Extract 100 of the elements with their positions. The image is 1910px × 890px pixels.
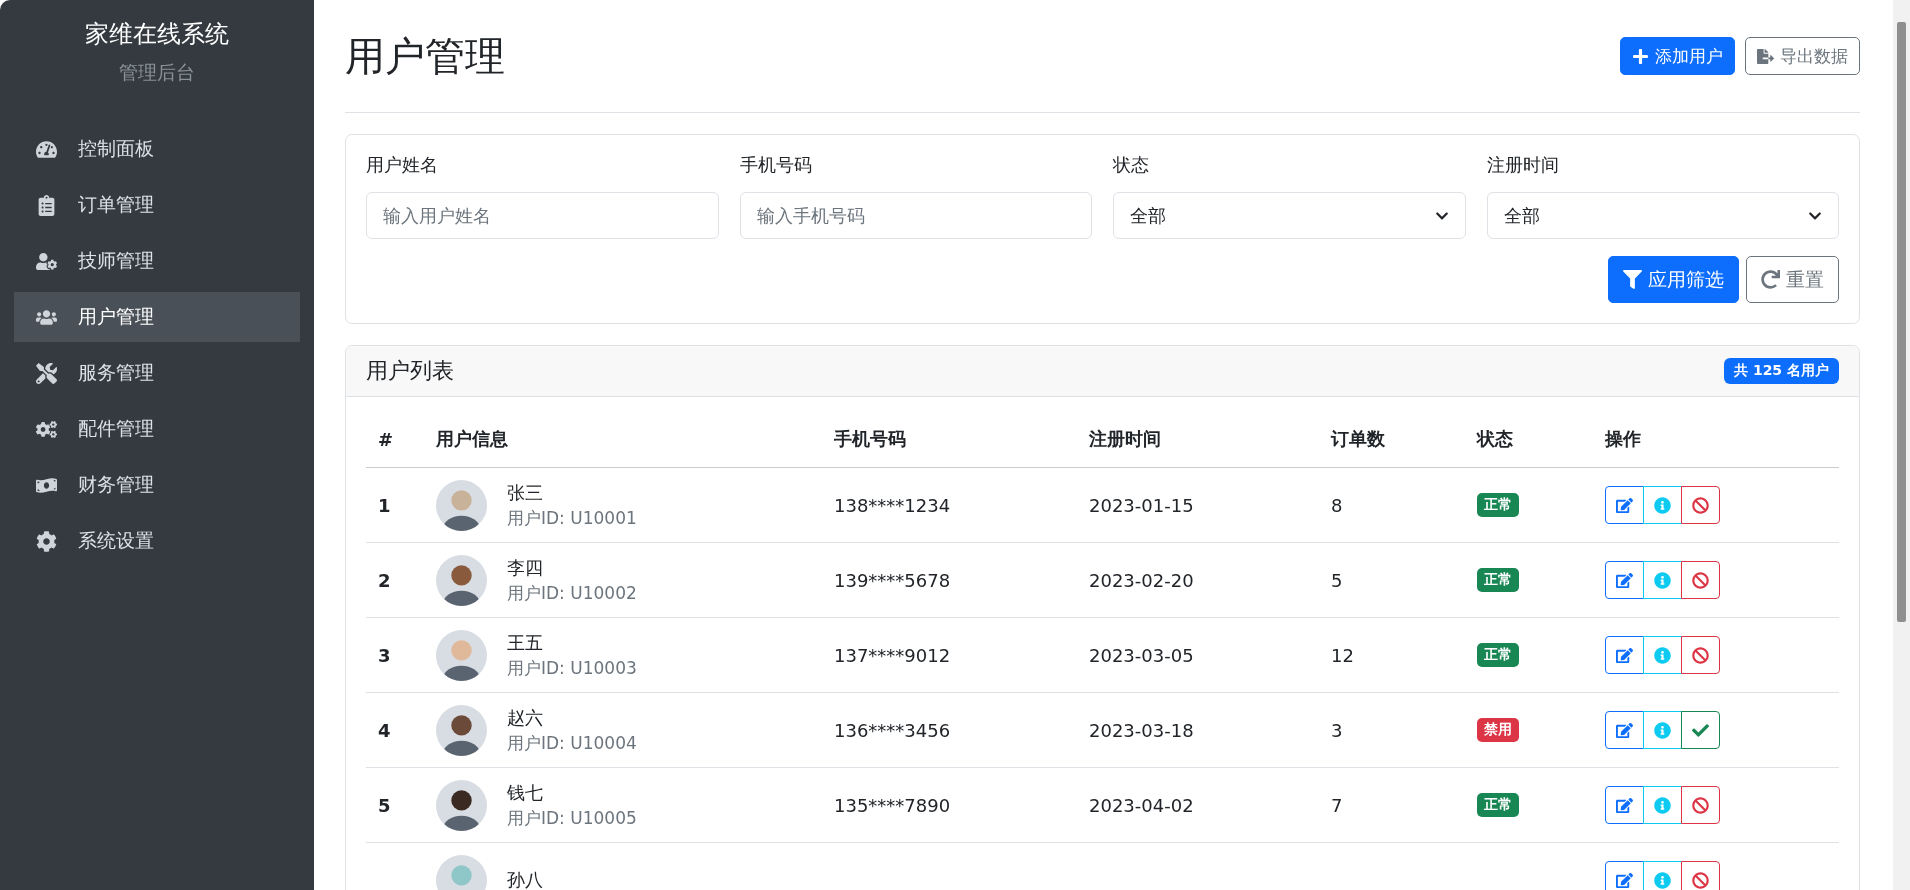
sidebar-item[interactable]: 订单管理 <box>14 180 300 230</box>
field-label: 手机号码 <box>739 153 813 177</box>
column-header: 用户信息 <box>436 427 509 451</box>
status-badge: 正常 <box>1477 493 1519 517</box>
sidebar-item[interactable]: 控制面板 <box>14 124 300 174</box>
ban-icon <box>1692 796 1709 814</box>
user-name: 李四 <box>507 555 544 580</box>
gears-icon <box>34 418 58 440</box>
status-badge: 禁用 <box>1477 718 1519 742</box>
input-field[interactable]: 输入手机号码 <box>739 192 1092 239</box>
sidebar-item[interactable]: 技师管理 <box>14 236 300 286</box>
scrollbar[interactable] <box>1893 0 1910 890</box>
user-id: 用户ID: U10001 <box>507 506 637 530</box>
info-button[interactable] <box>1643 711 1682 749</box>
table-cell-text: 137****9012 <box>834 644 952 666</box>
add-user-button[interactable]: 添加用户 <box>1620 37 1735 75</box>
user-id: 用户ID: U10002 <box>507 581 637 605</box>
table-cell-text: 2023-01-15 <box>1089 494 1195 516</box>
edit-icon <box>1616 721 1633 739</box>
disable-button[interactable] <box>1681 636 1720 674</box>
sidebar-item[interactable]: 配件管理 <box>14 404 300 454</box>
row-number: 3 <box>378 644 392 666</box>
table-cell-text: 3 <box>1331 719 1344 741</box>
app-title: 家维在线系统 <box>84 19 230 50</box>
table-cell-text: 138****1234 <box>834 494 952 516</box>
user-id: 用户ID: U10005 <box>507 806 637 830</box>
field-label: 状态 <box>1113 153 1150 177</box>
export-button[interactable]: 导出数据 <box>1745 37 1860 75</box>
info-button[interactable] <box>1643 786 1682 824</box>
avatar-icon <box>436 554 487 606</box>
user-name: 孙八 <box>507 868 543 890</box>
user-gear-icon <box>34 250 58 272</box>
select-field[interactable]: 全部 <box>1113 192 1466 239</box>
edit-icon <box>1616 571 1633 589</box>
edit-button[interactable] <box>1605 786 1644 824</box>
edit-button[interactable] <box>1605 561 1644 599</box>
count-badge: 共 125 名用户 <box>1724 358 1839 384</box>
check-icon <box>1692 721 1709 739</box>
info-button[interactable] <box>1643 636 1682 674</box>
edit-button[interactable] <box>1605 711 1644 749</box>
info-icon <box>1654 796 1671 814</box>
column-header: 手机号码 <box>834 427 907 451</box>
sidebar-item[interactable]: 服务管理 <box>14 348 300 398</box>
edit-button[interactable] <box>1605 636 1644 674</box>
column-header: 注册时间 <box>1089 427 1162 451</box>
info-button[interactable] <box>1643 561 1682 599</box>
ban-icon <box>1692 871 1709 889</box>
user-name: 张三 <box>507 480 544 505</box>
scroll-thumb[interactable] <box>1897 22 1906 622</box>
status-badge: 正常 <box>1477 568 1519 592</box>
row-number: 5 <box>378 794 392 816</box>
table-cell-text: 2023-02-20 <box>1089 569 1195 591</box>
edit-icon <box>1616 871 1633 889</box>
avatar-icon <box>436 854 487 890</box>
sidebar-item[interactable]: 用户管理 <box>14 292 300 342</box>
user-name: 钱七 <box>507 780 544 805</box>
info-icon <box>1654 496 1671 514</box>
disable-button[interactable] <box>1681 786 1720 824</box>
edit-button[interactable] <box>1605 861 1644 890</box>
info-button[interactable] <box>1643 861 1682 890</box>
table-cell-text: 2023-03-18 <box>1089 719 1195 741</box>
table-cell-text: 8 <box>1331 494 1344 516</box>
edit-icon <box>1616 796 1633 814</box>
input-field[interactable]: 输入用户姓名 <box>366 192 719 239</box>
info-icon <box>1654 721 1671 739</box>
settings-icon <box>34 530 58 552</box>
table-cell-text: 2023-03-05 <box>1089 644 1195 666</box>
table-cell-text: 2023-04-02 <box>1089 794 1195 816</box>
disable-button[interactable] <box>1681 861 1720 890</box>
column-header: 状态 <box>1477 427 1514 451</box>
edit-button[interactable] <box>1605 486 1644 524</box>
select-field[interactable]: 全部 <box>1486 192 1839 239</box>
table-cell-text: 139****5678 <box>834 569 952 591</box>
card-title: 用户列表 <box>366 357 454 385</box>
user-name: 赵六 <box>507 705 544 730</box>
avatar-icon <box>436 629 487 681</box>
disable-button[interactable] <box>1681 561 1720 599</box>
table-cell-text: 12 <box>1331 644 1355 666</box>
info-icon <box>1654 871 1671 889</box>
edit-icon <box>1616 496 1633 514</box>
apply-filter-button[interactable]: 应用筛选 <box>1608 256 1739 303</box>
user-id: 用户ID: U10003 <box>507 656 637 680</box>
ban-icon <box>1692 646 1709 664</box>
enable-button[interactable] <box>1681 711 1720 749</box>
filter-icon <box>1623 270 1642 289</box>
plus-icon <box>1632 47 1649 65</box>
reset-button[interactable]: 重置 <box>1746 256 1839 303</box>
disable-button[interactable] <box>1681 486 1720 524</box>
column-header: 操作 <box>1605 427 1642 451</box>
avatar-icon <box>436 704 487 756</box>
row-number: 1 <box>378 494 392 516</box>
sidebar-item[interactable]: 财务管理 <box>14 460 300 510</box>
file-export-icon <box>1757 47 1774 65</box>
sidebar-item[interactable]: 系统设置 <box>14 516 300 566</box>
table-cell-text: 7 <box>1331 794 1344 816</box>
row-number: 2 <box>378 569 392 591</box>
field-label: 注册时间 <box>1486 153 1560 177</box>
redo-icon <box>1761 270 1780 289</box>
info-button[interactable] <box>1643 486 1682 524</box>
column-header: # <box>378 428 395 450</box>
